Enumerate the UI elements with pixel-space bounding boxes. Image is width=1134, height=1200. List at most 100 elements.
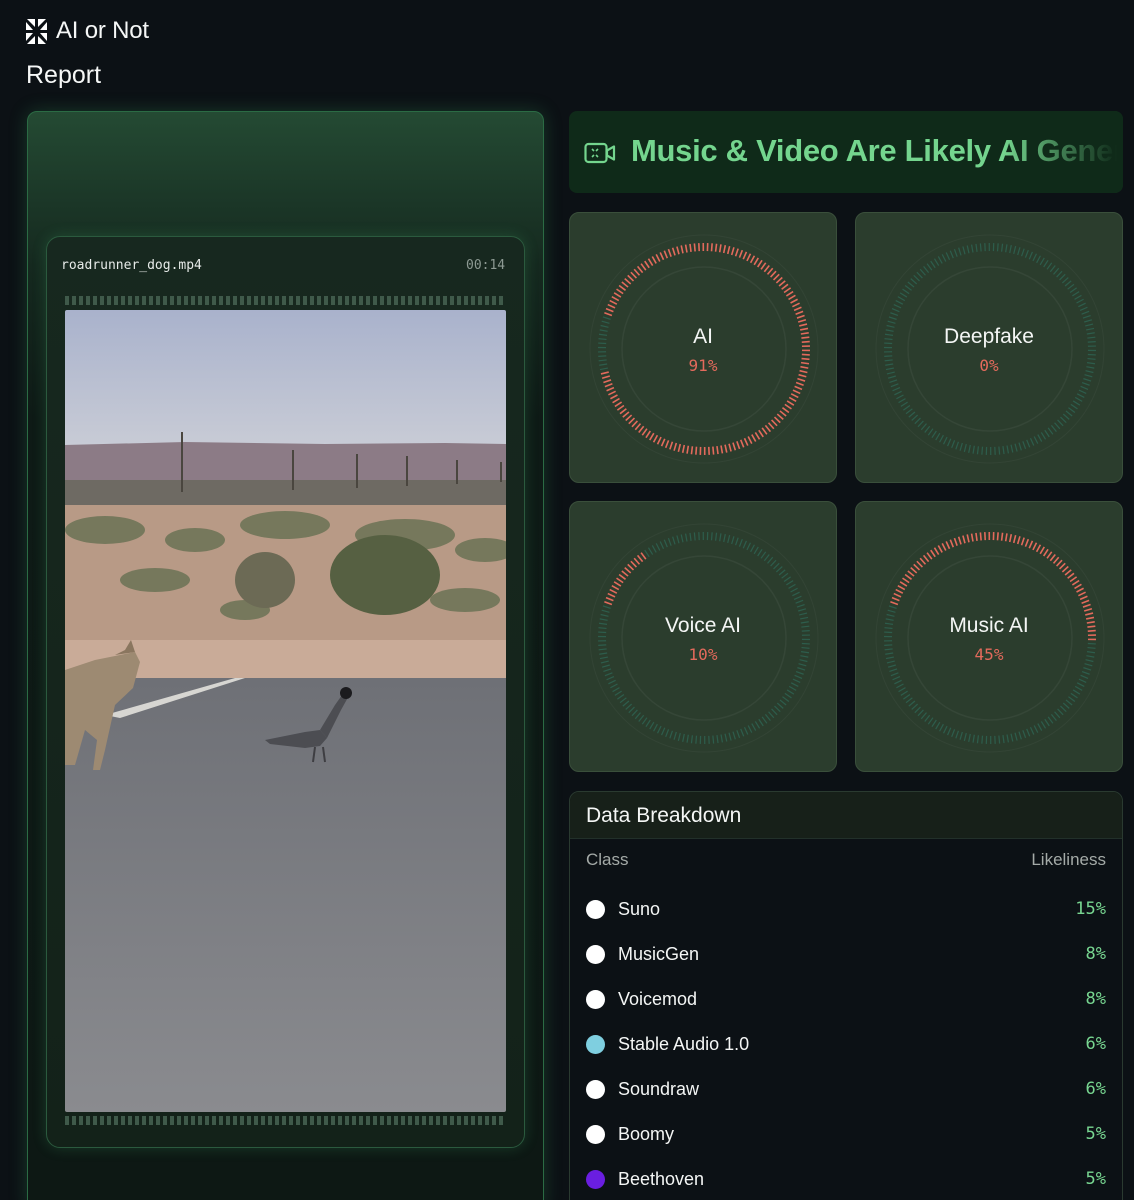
gauge-tick-active bbox=[628, 417, 636, 425]
breakdown-row: MusicGen 8% bbox=[586, 942, 1106, 966]
gauge-tick bbox=[927, 717, 934, 725]
gauge-tick-active bbox=[624, 567, 632, 574]
gauge-tick bbox=[981, 446, 984, 455]
gauge-tick bbox=[1078, 678, 1087, 684]
gauge-tick-active bbox=[897, 584, 906, 591]
gauge-tick bbox=[738, 538, 743, 547]
gauge-tick bbox=[902, 288, 910, 295]
gauge-tick bbox=[951, 729, 956, 738]
gauge-tick bbox=[1084, 319, 1093, 323]
gauge-tick bbox=[975, 243, 978, 252]
gauge-tick-active bbox=[638, 425, 645, 434]
gauge-tick bbox=[773, 562, 780, 570]
gauge-tick bbox=[905, 408, 913, 415]
gauge-tick bbox=[1044, 429, 1050, 438]
gauge-tick-active bbox=[957, 536, 962, 545]
gauge-tick bbox=[1040, 721, 1047, 729]
gauge-tick-active bbox=[734, 248, 739, 257]
gauge-tick bbox=[612, 687, 620, 693]
video-frame[interactable] bbox=[65, 310, 506, 1112]
gauge-tick bbox=[740, 728, 745, 737]
gauge-tick bbox=[1081, 381, 1090, 386]
gauge-tick-active bbox=[945, 541, 951, 550]
gauge-tick bbox=[1047, 716, 1054, 724]
gauge-tick-active bbox=[975, 532, 978, 541]
gauge-tick bbox=[625, 703, 633, 710]
gauge-tick-active bbox=[766, 267, 774, 275]
gauge-tick bbox=[911, 703, 919, 710]
likeliness-value: 8% bbox=[1085, 944, 1106, 964]
gauge-tick bbox=[1080, 674, 1089, 679]
gauge-tick bbox=[767, 556, 774, 564]
gauge-tick-active bbox=[773, 416, 781, 424]
gauge-tick bbox=[939, 434, 944, 443]
gauge-tick bbox=[889, 668, 898, 673]
gauge-tick-active bbox=[1067, 572, 1075, 579]
gauge-tick-active bbox=[640, 552, 647, 560]
gauge-tick bbox=[931, 719, 937, 728]
gauge-tick bbox=[908, 411, 916, 418]
gauge-tick-active bbox=[611, 295, 620, 302]
gauge-tick bbox=[795, 670, 804, 675]
gauge-tick bbox=[968, 444, 971, 453]
brand[interactable]: AI or Not bbox=[25, 17, 149, 45]
gauge-tick-active bbox=[1081, 599, 1090, 604]
gauge-tick-active bbox=[922, 554, 930, 563]
gauge-tick-active bbox=[767, 422, 775, 430]
gauge-tick bbox=[719, 533, 722, 542]
gauge-tick bbox=[907, 281, 915, 288]
gauge-tick-active bbox=[720, 445, 724, 454]
class-name: MusicGen bbox=[618, 943, 700, 964]
gauge-tick-active bbox=[627, 274, 635, 282]
gauge-tick bbox=[680, 534, 684, 543]
gauge-tick bbox=[1040, 432, 1047, 440]
gauge-tick bbox=[968, 733, 971, 742]
gauge-tick bbox=[959, 731, 963, 740]
gauge-tick-active bbox=[667, 248, 672, 257]
gauge-tick bbox=[998, 735, 1001, 744]
gauge-tick bbox=[1074, 396, 1083, 402]
gauge-tick bbox=[1068, 696, 1076, 702]
voice-ai-gauge bbox=[589, 523, 819, 753]
gauge-tick bbox=[930, 260, 936, 269]
gauge-tick bbox=[898, 687, 906, 693]
gauge-tick bbox=[887, 609, 896, 613]
gauge-tick-active bbox=[690, 446, 694, 455]
gauge-tick bbox=[894, 390, 902, 396]
column-header-class: Class bbox=[586, 850, 629, 869]
gauge-tick-active bbox=[996, 532, 999, 541]
gauge-tick bbox=[781, 572, 789, 579]
gauge-tick-active bbox=[783, 287, 792, 294]
gauge-tick bbox=[1084, 374, 1093, 378]
gauge-tick-active bbox=[893, 592, 902, 598]
gauge-tick-active bbox=[614, 401, 623, 408]
gauge-tick-active bbox=[902, 577, 910, 584]
gauge-tick-active bbox=[656, 436, 662, 445]
gauge-tick-active bbox=[605, 307, 614, 313]
gauge-tick-active bbox=[673, 442, 678, 451]
gauge-tick bbox=[601, 320, 610, 324]
gauge-tick bbox=[695, 735, 698, 744]
likeliness-value: 15% bbox=[1075, 899, 1106, 919]
gauge-tick bbox=[794, 674, 803, 679]
gauge-tick bbox=[667, 537, 672, 546]
gauge-tick bbox=[887, 375, 896, 379]
gauge-tick-active bbox=[738, 249, 744, 258]
gauge-tick bbox=[917, 709, 924, 717]
gauge-tick-active bbox=[695, 446, 698, 455]
gauge-tick bbox=[1060, 705, 1067, 713]
gauge-tick bbox=[631, 709, 638, 717]
gauge-tick bbox=[735, 537, 739, 546]
gauge-tick bbox=[958, 247, 962, 256]
gauge-tick-active bbox=[891, 596, 900, 602]
gauge-tick bbox=[963, 443, 967, 452]
gauge-tick-active bbox=[778, 280, 786, 287]
gauge-tick bbox=[981, 735, 984, 744]
gauge-tick-active bbox=[718, 244, 722, 253]
gauge-tick bbox=[887, 320, 896, 324]
gauge-tick bbox=[1017, 247, 1021, 256]
gauge-tick bbox=[790, 587, 798, 593]
gauge-tick bbox=[924, 714, 931, 722]
gauge-tick-active bbox=[899, 581, 908, 587]
gauge-tick-active bbox=[779, 410, 787, 417]
